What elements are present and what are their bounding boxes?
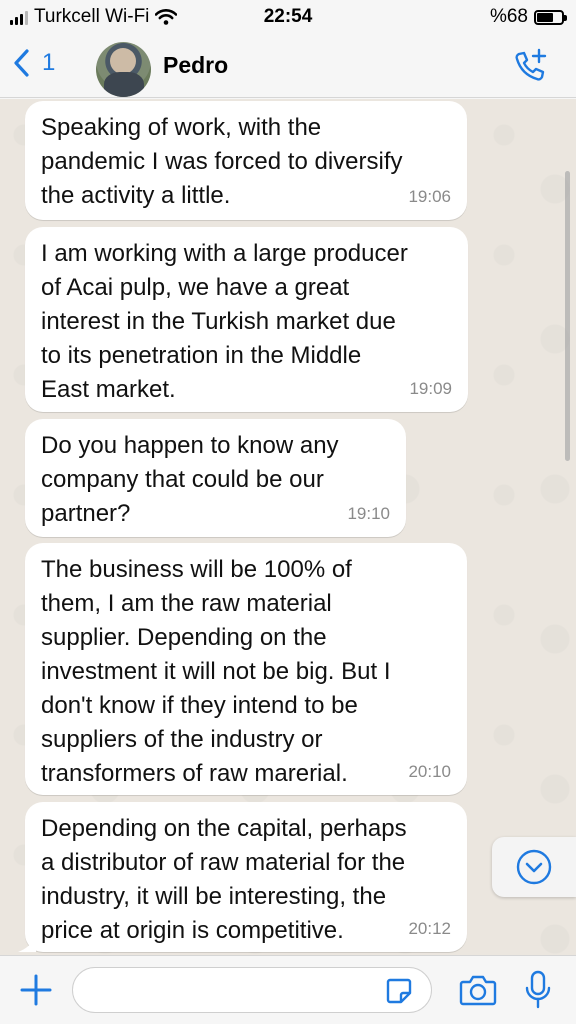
composer-bar bbox=[0, 955, 576, 1024]
phone-add-icon[interactable] bbox=[510, 46, 550, 86]
battery-icon bbox=[534, 9, 567, 25]
back-button[interactable]: 1 bbox=[12, 48, 55, 78]
scrollbar[interactable] bbox=[565, 171, 570, 461]
message-time: 19:10 bbox=[347, 504, 390, 523]
chevron-down-circle-icon bbox=[516, 849, 552, 885]
microphone-icon[interactable] bbox=[524, 970, 552, 1010]
status-bar: Turkcell Wi-Fi 22:54 %68 bbox=[0, 0, 576, 34]
message-text: The business will be 100% of them, I am … bbox=[41, 556, 391, 787]
chat-header: 1 Pedro bbox=[0, 34, 576, 98]
message-input[interactable] bbox=[72, 967, 432, 1013]
back-unread-count: 1 bbox=[42, 49, 56, 76]
chevron-left-icon bbox=[14, 49, 29, 77]
message-bubble[interactable]: Depending on the capital, perhaps a dist… bbox=[18, 802, 467, 952]
plus-icon[interactable] bbox=[18, 972, 54, 1008]
chat-area[interactable]: Speaking of work, with the pandemic I wa… bbox=[0, 99, 576, 955]
message-text: Do you happen to know any company that c… bbox=[41, 432, 339, 527]
avatar[interactable] bbox=[96, 42, 151, 97]
camera-icon[interactable] bbox=[459, 973, 497, 1007]
bubble-tail bbox=[18, 936, 36, 952]
message-time: 20:12 bbox=[408, 919, 451, 938]
battery-fill bbox=[537, 12, 554, 22]
message-bubble[interactable]: Do you happen to know any company that c… bbox=[25, 419, 406, 537]
battery-label: %68 bbox=[489, 6, 528, 27]
message-text: Depending on the capital, perhaps a dist… bbox=[41, 815, 407, 944]
scroll-to-bottom-button[interactable] bbox=[492, 837, 576, 897]
message-bubble[interactable]: I am working with a large producer of Ac… bbox=[25, 227, 468, 412]
sticker-icon[interactable] bbox=[385, 977, 413, 1005]
message-time: 19:06 bbox=[408, 187, 451, 206]
message-bubble[interactable]: Speaking of work, with the pandemic I wa… bbox=[25, 101, 467, 220]
message-text: Speaking of work, with the pandemic I wa… bbox=[41, 114, 403, 209]
message-time: 20:10 bbox=[408, 762, 451, 781]
message-text: I am working with a large producer of Ac… bbox=[41, 240, 408, 403]
message-bubble[interactable]: The business will be 100% of them, I am … bbox=[25, 543, 467, 795]
message-time: 19:09 bbox=[409, 379, 452, 398]
contact-name[interactable]: Pedro bbox=[163, 52, 228, 79]
status-right: %68 bbox=[489, 6, 567, 28]
